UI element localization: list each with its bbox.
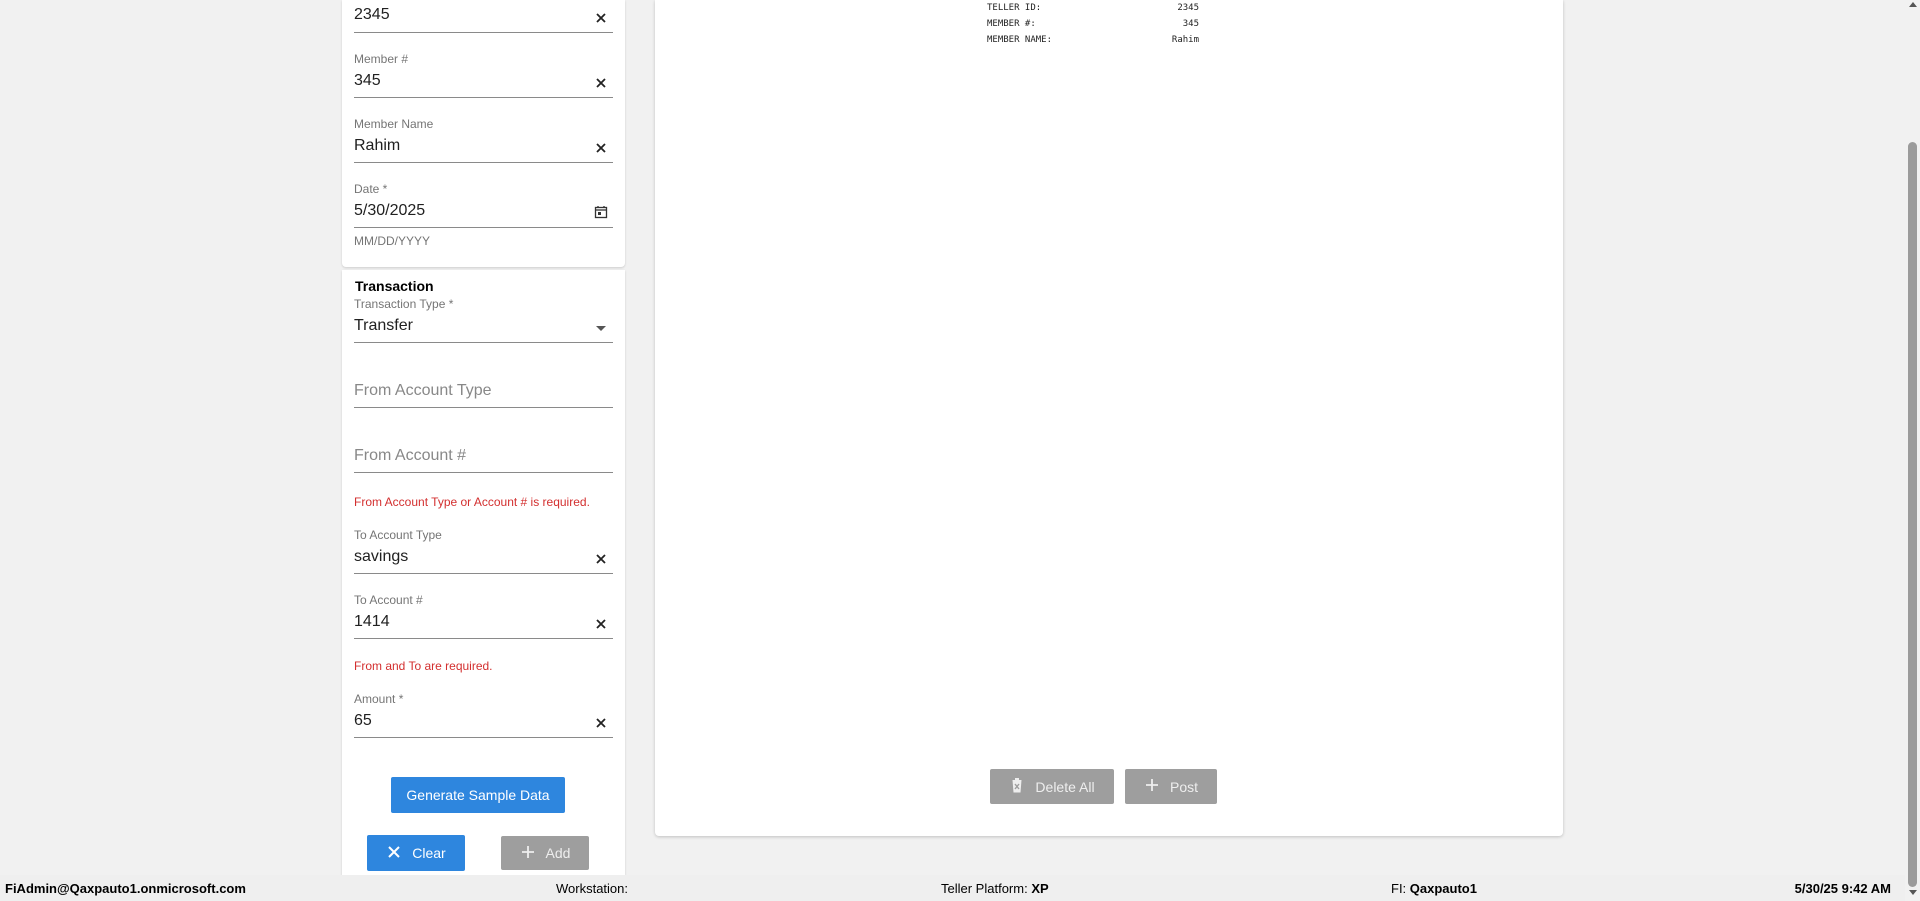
date-label: Date * <box>354 182 388 196</box>
to-account-type-label: To Account Type <box>354 528 442 542</box>
transaction-section-title: Transaction <box>355 278 434 294</box>
status-bar: FiAdmin@Qaxpauto1.onmicrosoft.com Workst… <box>0 875 1905 901</box>
teller-id-value[interactable]: 2345 <box>354 6 390 24</box>
post-button[interactable]: Post <box>1125 769 1217 804</box>
scrollbar-thumb[interactable] <box>1908 142 1917 887</box>
generate-sample-data-button[interactable]: Generate Sample Data <box>391 777 565 813</box>
from-account-error: From Account Type or Account # is requir… <box>354 495 590 509</box>
clear-icon[interactable] <box>594 76 608 90</box>
field-underline <box>354 32 613 33</box>
calendar-icon[interactable] <box>594 205 608 219</box>
teller-platform-label: Teller Platform: <box>941 881 1028 896</box>
from-account-number-field[interactable]: From Account # <box>354 435 613 473</box>
receipt-key: MEMBER #: <box>987 19 1036 29</box>
transaction-type-select[interactable]: Transaction Type * Transfer <box>354 297 613 343</box>
receipt-value: 345 <box>1182 19 1199 29</box>
close-icon <box>386 844 402 863</box>
field-underline <box>354 737 613 738</box>
member-name-value[interactable]: Rahim <box>354 137 400 155</box>
workstation-label: Workstation: <box>556 881 629 896</box>
member-name-field[interactable]: Member Name Rahim <box>354 117 613 163</box>
vertical-scrollbar[interactable] <box>1905 0 1920 901</box>
amount-field[interactable]: Amount * 65 <box>354 692 613 738</box>
clear-button-label: Clear <box>412 845 446 861</box>
status-fi: FI: Qaxpauto1 <box>1391 881 1477 896</box>
field-underline <box>354 97 613 98</box>
member-number-field[interactable]: Member # 345 <box>354 52 613 98</box>
from-to-error: From and To are required. <box>354 659 493 673</box>
receipt-key: TELLER ID: <box>987 3 1042 13</box>
date-field[interactable]: Date * 5/30/2025 <box>354 182 613 228</box>
status-workstation: Workstation: <box>556 881 628 896</box>
member-number-label: Member # <box>354 52 409 66</box>
teller-form-panel: 2345 Member # 345 Member Name Rahim Date… <box>342 0 625 875</box>
to-account-type-field[interactable]: To Account Type savings <box>354 528 613 574</box>
receipt-preview-panel: TELLER ID: 2345 MEMBER #: 345 MEMBER NAM… <box>655 0 1563 836</box>
scroll-down-arrow-icon[interactable] <box>1909 890 1917 895</box>
field-underline <box>354 227 613 228</box>
to-account-number-label: To Account # <box>354 593 423 607</box>
member-name-label: Member Name <box>354 117 434 131</box>
to-account-type-value[interactable]: savings <box>354 548 408 566</box>
field-underline <box>354 573 613 574</box>
clear-icon[interactable] <box>594 11 608 25</box>
delete-all-label: Delete All <box>1035 778 1095 795</box>
receipt-value: 2345 <box>1177 3 1199 13</box>
to-account-number-value[interactable]: 1414 <box>354 613 390 631</box>
add-button-label: Add <box>545 845 571 861</box>
clear-icon[interactable] <box>594 141 608 155</box>
post-button-label: Post <box>1169 778 1198 795</box>
clear-icon[interactable] <box>594 617 608 631</box>
clear-icon[interactable] <box>594 716 608 730</box>
scroll-up-arrow-icon[interactable] <box>1909 2 1917 7</box>
clear-button[interactable]: Clear <box>367 835 465 871</box>
member-number-value[interactable]: 345 <box>354 72 381 90</box>
status-teller-platform: Teller Platform: XP <box>941 881 1049 896</box>
to-account-number-field[interactable]: To Account # 1414 <box>354 593 613 639</box>
fi-label: FI: <box>1391 881 1407 896</box>
generate-sample-data-label: Generate Sample Data <box>406 787 550 803</box>
from-account-number-placeholder[interactable]: From Account # <box>354 447 466 465</box>
trash-icon <box>1009 776 1025 797</box>
status-user: FiAdmin@Qaxpauto1.onmicrosoft.com <box>5 881 246 896</box>
receipt-value: Rahim <box>1171 35 1199 45</box>
amount-value[interactable]: 65 <box>354 712 372 730</box>
clear-icon[interactable] <box>594 552 608 566</box>
member-info-card: 2345 Member # 345 Member Name Rahim Date… <box>342 0 625 267</box>
amount-label: Amount * <box>354 692 404 706</box>
field-underline <box>354 638 613 639</box>
from-account-type-placeholder[interactable]: From Account Type <box>354 382 492 400</box>
date-value[interactable]: 5/30/2025 <box>354 202 425 220</box>
transaction-type-value[interactable]: Transfer <box>354 317 413 335</box>
field-underline <box>354 472 613 473</box>
transaction-type-label: Transaction Type * <box>354 297 454 311</box>
dropdown-arrow-icon[interactable] <box>594 321 608 335</box>
status-datetime: 5/30/25 9:42 AM <box>1794 881 1891 896</box>
transaction-card: Transaction Transaction Type * Transfer … <box>342 270 625 875</box>
plus-icon <box>520 844 536 863</box>
add-button[interactable]: Add <box>501 836 589 870</box>
teller-platform-value: XP <box>1031 881 1049 896</box>
from-account-type-field[interactable]: From Account Type <box>354 370 613 408</box>
plus-icon <box>1144 777 1160 796</box>
receipt-key: MEMBER NAME: <box>987 35 1053 45</box>
delete-all-button[interactable]: Delete All <box>990 769 1114 804</box>
field-underline <box>354 342 613 343</box>
fi-value: Qaxpauto1 <box>1409 881 1477 896</box>
date-helper-text: MM/DD/YYYY <box>354 234 431 248</box>
field-underline <box>354 162 613 163</box>
teller-id-field[interactable]: 2345 <box>354 0 613 34</box>
field-underline <box>354 407 613 408</box>
